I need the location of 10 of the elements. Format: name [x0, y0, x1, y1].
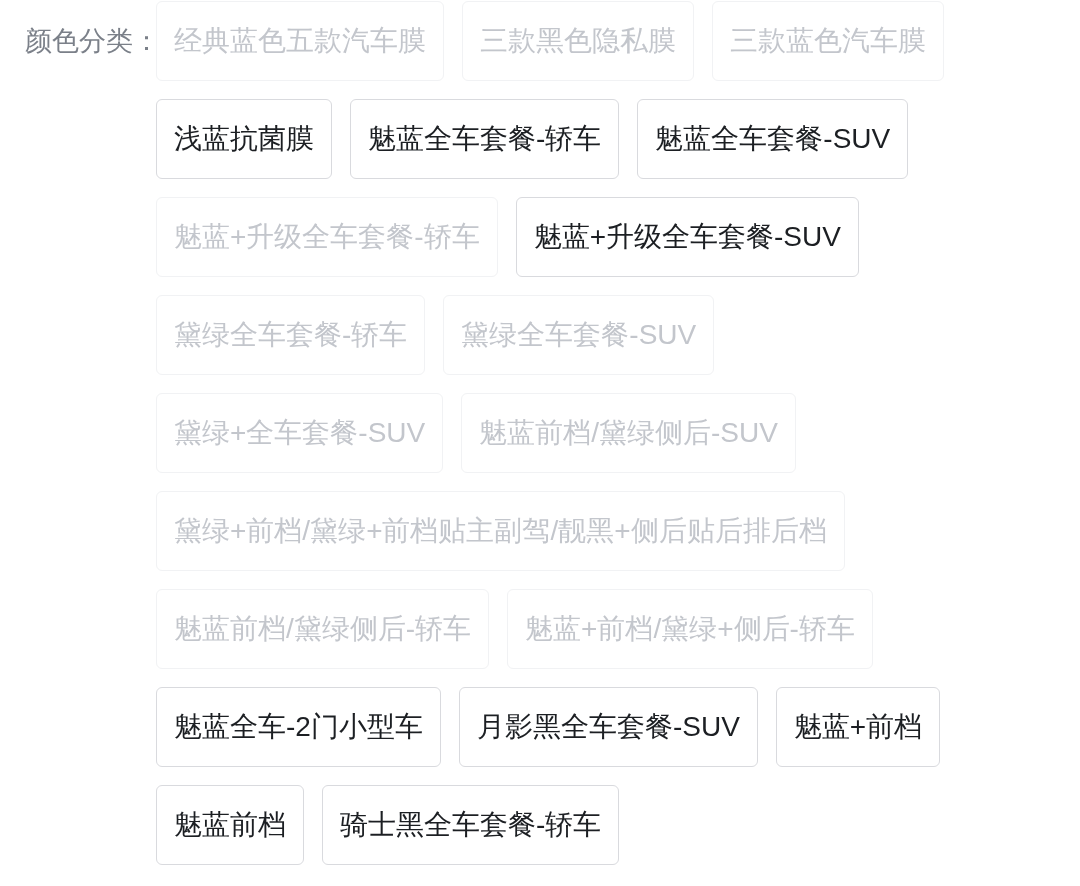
option-button[interactable]: 魅蓝+升级全车套餐-SUV — [515, 197, 859, 277]
option-button[interactable]: 魅蓝+前档 — [775, 687, 941, 767]
option-button[interactable]: 浅蓝抗菌膜 — [156, 99, 332, 179]
field-label: 颜色分类： — [24, 25, 156, 58]
option-button[interactable]: 魅蓝前档 — [156, 785, 304, 865]
option-button[interactable]: 魅蓝全车套餐-轿车 — [350, 99, 620, 179]
option-button[interactable]: 魅蓝全车套餐-SUV — [637, 99, 909, 179]
option-button[interactable]: 魅蓝全车-2门小型车 — [156, 687, 441, 767]
option-button[interactable]: 月影黑全车套餐-SUV — [458, 687, 758, 767]
option-button[interactable]: 骑士黑全车套餐-轿车 — [322, 785, 620, 865]
